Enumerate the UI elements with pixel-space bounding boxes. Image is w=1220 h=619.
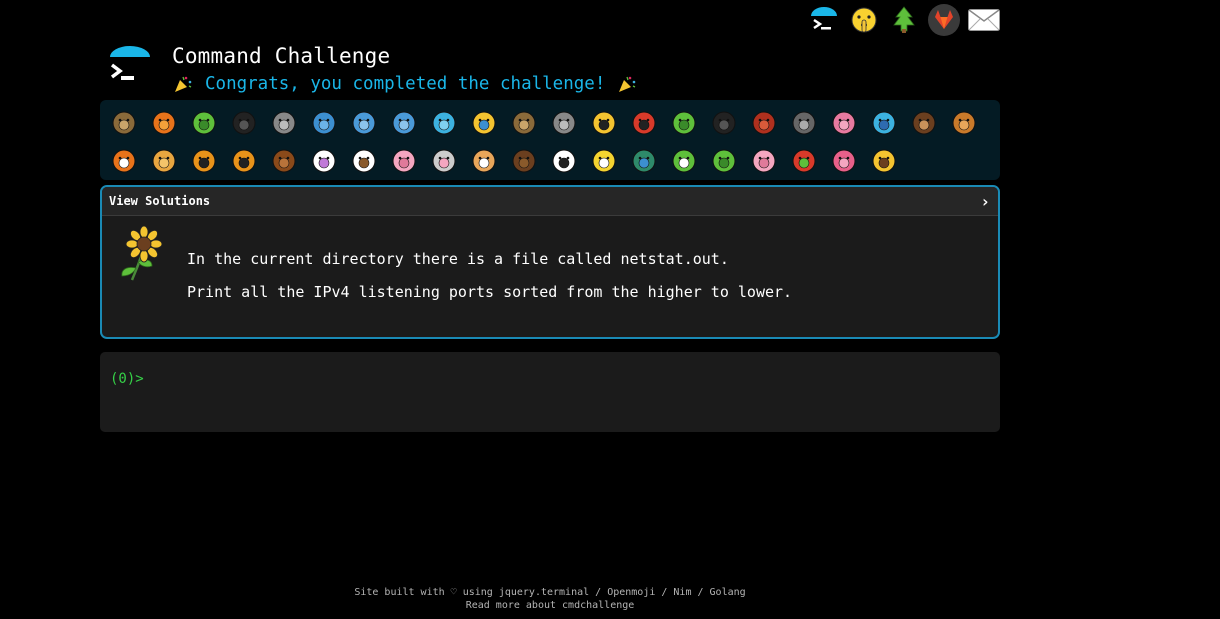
lady-beetle-icon[interactable] (624, 104, 664, 142)
shushing-face-icon[interactable] (844, 3, 884, 37)
envelope-icon[interactable] (964, 3, 1004, 37)
congrats-message: Congrats, you completed the challenge! (173, 74, 637, 94)
mosquito-icon[interactable] (784, 104, 824, 142)
spider-icon[interactable] (704, 104, 744, 142)
scorpion-icon[interactable] (744, 104, 784, 142)
cherry-blossom-icon[interactable] (744, 142, 784, 180)
wolf-icon[interactable] (544, 104, 584, 142)
mouse-icon[interactable] (424, 142, 464, 180)
challenge-description: In the current directory there is a file… (102, 216, 998, 337)
chevron-right-icon: › (980, 191, 990, 211)
butterfly-icon[interactable] (144, 104, 184, 142)
worm-icon[interactable] (824, 104, 864, 142)
hatching-chick-icon[interactable] (584, 142, 624, 180)
footer: Site built with ♡ using jquery.terminal … (0, 586, 1100, 612)
sunflower-icon[interactable] (864, 142, 904, 180)
peacock-icon[interactable] (624, 142, 664, 180)
terminal[interactable]: (0)> (100, 352, 1000, 432)
party-popper-icon (175, 76, 192, 92)
cat-icon[interactable] (144, 142, 184, 180)
bug-icon[interactable] (184, 104, 224, 142)
sunflower-icon (121, 226, 163, 281)
blowfish-icon[interactable] (504, 104, 544, 142)
snail-icon[interactable] (104, 104, 144, 142)
spider-web-icon[interactable] (264, 104, 304, 142)
challenge-progress-bar (100, 100, 1000, 180)
hibiscus-icon[interactable] (824, 142, 864, 180)
dog-icon[interactable] (944, 104, 984, 142)
tiger-icon[interactable] (184, 142, 224, 180)
rose-icon[interactable] (784, 142, 824, 180)
terminal-prompt: (0)> (110, 371, 144, 387)
tiger-icon[interactable] (224, 142, 264, 180)
emoji-row (104, 104, 996, 142)
terminal-icon[interactable] (804, 3, 844, 37)
congrats-text: Congrats, you completed the challenge! (205, 74, 606, 94)
read-more-link[interactable]: Read more about cmdchallenge (0, 599, 1100, 612)
cricket-icon[interactable] (664, 104, 704, 142)
party-popper-icon (619, 76, 636, 92)
dolphin-icon[interactable] (344, 104, 384, 142)
gitlab-icon[interactable] (924, 3, 964, 37)
evergreen-tree-icon[interactable] (884, 3, 924, 37)
view-solutions-label: View Solutions (109, 194, 211, 208)
page-title: Command Challenge (172, 44, 391, 68)
horse-icon[interactable] (264, 142, 304, 180)
fox-icon[interactable] (104, 142, 144, 180)
ant-icon[interactable] (224, 104, 264, 142)
hamster-icon[interactable] (464, 142, 504, 180)
fish-icon[interactable] (424, 104, 464, 142)
view-solutions-toggle[interactable]: View Solutions › (102, 187, 998, 216)
top-nav (804, 3, 1004, 37)
description-line-2: Print all the IPv4 listening ports sorte… (187, 283, 793, 301)
footer-credits[interactable]: Site built with ♡ using jquery.terminal … (0, 586, 1100, 599)
monkey-icon[interactable] (904, 104, 944, 142)
bear-icon[interactable] (504, 142, 544, 180)
whale-icon[interactable] (304, 104, 344, 142)
tropical-fish-icon[interactable] (464, 104, 504, 142)
pig-icon[interactable] (384, 142, 424, 180)
cow-icon[interactable] (344, 142, 384, 180)
logo-icon (110, 46, 150, 80)
description-line-1: In the current directory there is a file… (187, 250, 729, 268)
unicorn-icon[interactable] (304, 142, 344, 180)
microbe-icon[interactable] (864, 104, 904, 142)
emoji-row (104, 142, 996, 180)
challenge-panel: View Solutions › In the current director… (100, 185, 1000, 339)
frog-icon[interactable] (664, 142, 704, 180)
bee-icon[interactable] (584, 104, 624, 142)
panda-icon[interactable] (544, 142, 584, 180)
turtle-icon[interactable] (704, 142, 744, 180)
dolphin-icon[interactable] (384, 104, 424, 142)
